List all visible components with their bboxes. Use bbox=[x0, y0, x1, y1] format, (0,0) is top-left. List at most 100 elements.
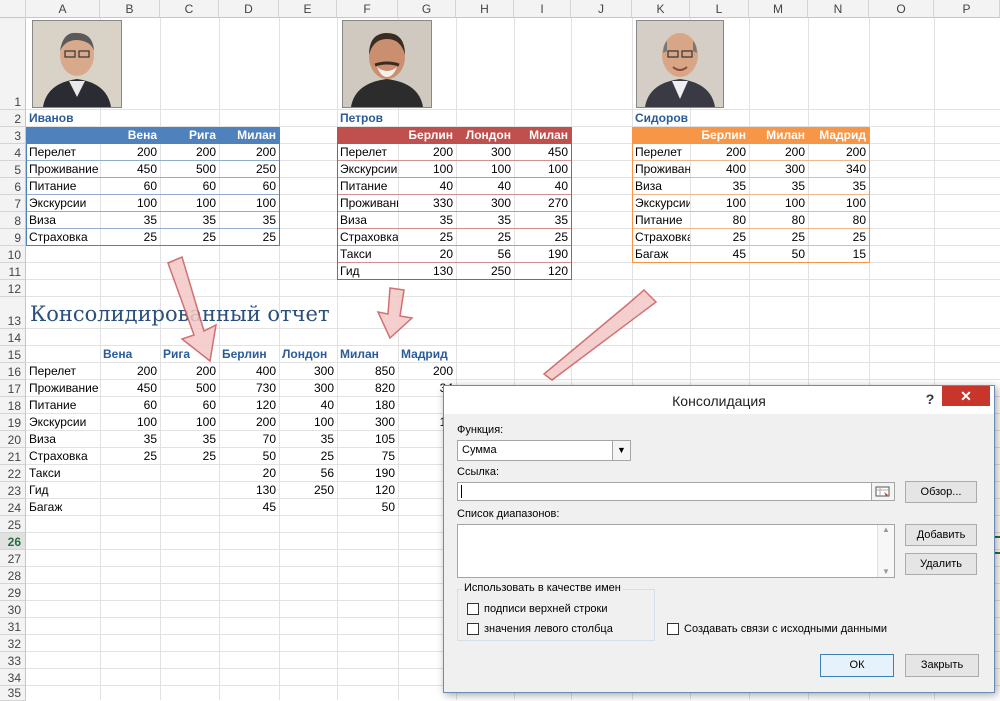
function-select[interactable]: Сумма ▼ bbox=[457, 440, 631, 461]
row-header-21[interactable]: 21 bbox=[0, 448, 26, 465]
row-header-27[interactable]: 27 bbox=[0, 550, 26, 567]
row-header-7[interactable]: 7 bbox=[0, 195, 26, 212]
row-header-33[interactable]: 33 bbox=[0, 652, 26, 669]
scroll-up-icon[interactable]: ▲ bbox=[878, 525, 894, 534]
column-header-o[interactable]: O bbox=[869, 0, 934, 18]
report-cell: 50 bbox=[381, 500, 395, 514]
reference-input[interactable] bbox=[457, 482, 895, 501]
ivanov-row-line bbox=[26, 160, 279, 161]
column-header-f[interactable]: F bbox=[337, 0, 398, 18]
report-cell: 120 bbox=[374, 483, 395, 497]
row-header-32[interactable]: 32 bbox=[0, 635, 26, 652]
column-header-e[interactable]: E bbox=[279, 0, 337, 18]
row-header-19[interactable]: 19 bbox=[0, 414, 26, 431]
report-cell: 25 bbox=[143, 449, 157, 463]
row-header-35[interactable]: 35 bbox=[0, 686, 26, 701]
select-all-corner[interactable] bbox=[0, 0, 26, 18]
row-header-26[interactable]: 26 bbox=[0, 533, 26, 550]
reference-label: Ссылка: bbox=[457, 466, 499, 478]
row-header-8[interactable]: 8 bbox=[0, 212, 26, 229]
column-header-g[interactable]: G bbox=[398, 0, 456, 18]
row-header-22[interactable]: 22 bbox=[0, 465, 26, 482]
row-header-31[interactable]: 31 bbox=[0, 618, 26, 635]
row-header-30[interactable]: 30 bbox=[0, 601, 26, 618]
ok-button[interactable]: ОК bbox=[820, 654, 894, 677]
row-header-20[interactable]: 20 bbox=[0, 431, 26, 448]
report-cell: 200 bbox=[432, 364, 453, 378]
row-header-14[interactable]: 14 bbox=[0, 329, 26, 346]
row-header-29[interactable]: 29 bbox=[0, 584, 26, 601]
row-header-15[interactable]: 15 bbox=[0, 346, 26, 363]
column-header-k[interactable]: K bbox=[632, 0, 690, 18]
row-header-13[interactable]: 13 bbox=[0, 297, 26, 329]
row-header-34[interactable]: 34 bbox=[0, 669, 26, 686]
row-header-10[interactable]: 10 bbox=[0, 246, 26, 263]
column-header-m[interactable]: M bbox=[749, 0, 808, 18]
column-header-j[interactable]: J bbox=[571, 0, 632, 18]
petrov-row-line bbox=[337, 262, 571, 263]
ranges-list[interactable]: ▲ ▼ bbox=[457, 524, 895, 578]
row-header-24[interactable]: 24 bbox=[0, 499, 26, 516]
browse-button[interactable]: Обзор... bbox=[905, 481, 977, 503]
petrov-row-line bbox=[337, 194, 571, 195]
petrov-table-border bbox=[337, 127, 572, 280]
row-header-3[interactable]: 3 bbox=[0, 127, 26, 144]
column-header-n[interactable]: N bbox=[808, 0, 869, 18]
column-header-c[interactable]: C bbox=[160, 0, 219, 18]
row-header-11[interactable]: 11 bbox=[0, 263, 26, 280]
range-picker-icon[interactable] bbox=[871, 483, 894, 500]
dialog-title: Консолидация bbox=[672, 393, 766, 409]
dialog-close-button[interactable]: Закрыть bbox=[905, 654, 979, 677]
report-cell: 100 bbox=[195, 415, 216, 429]
petrov-row-line bbox=[337, 245, 571, 246]
report-header-cell: Мадрид bbox=[401, 347, 448, 361]
column-header-h[interactable]: H bbox=[456, 0, 514, 18]
row-header-9[interactable]: 9 bbox=[0, 229, 26, 246]
help-icon[interactable]: ? bbox=[920, 388, 940, 410]
create-links-label[interactable]: Создавать связи с исходными данными bbox=[684, 623, 887, 635]
dialog-titlebar[interactable]: Консолидация ? ✕ bbox=[444, 386, 994, 414]
row-header-4[interactable]: 4 bbox=[0, 144, 26, 161]
report-header-cell: Вена bbox=[103, 347, 133, 361]
row-header-5[interactable]: 5 bbox=[0, 161, 26, 178]
row-header-12[interactable]: 12 bbox=[0, 280, 26, 297]
row-header-23[interactable]: 23 bbox=[0, 482, 26, 499]
column-header-p[interactable]: P bbox=[934, 0, 1000, 18]
top-row-checkbox[interactable] bbox=[467, 603, 479, 615]
ranges-scrollbar[interactable]: ▲ ▼ bbox=[877, 525, 894, 577]
report-cell: 70 bbox=[262, 432, 276, 446]
left-column-label[interactable]: значения левого столбца bbox=[484, 623, 613, 635]
report-cell: 120 bbox=[255, 398, 276, 412]
chevron-down-icon[interactable]: ▼ bbox=[612, 441, 630, 460]
petrov-row-line bbox=[337, 177, 571, 178]
close-button[interactable]: ✕ bbox=[942, 386, 990, 406]
row-header-18[interactable]: 18 bbox=[0, 397, 26, 414]
gridline-horizontal bbox=[26, 109, 1000, 110]
create-links-checkbox[interactable] bbox=[667, 623, 679, 635]
row-header-28[interactable]: 28 bbox=[0, 567, 26, 584]
add-button[interactable]: Добавить bbox=[905, 524, 977, 546]
delete-button[interactable]: Удалить bbox=[905, 553, 977, 575]
scroll-down-icon[interactable]: ▼ bbox=[878, 567, 894, 576]
report-cell: 60 bbox=[202, 398, 216, 412]
column-header-a[interactable]: A bbox=[26, 0, 100, 18]
row-header-1[interactable]: 1 bbox=[0, 18, 26, 110]
top-row-label[interactable]: подписи верхней строки bbox=[484, 603, 608, 615]
report-cell: 75 bbox=[381, 449, 395, 463]
ivanov-row-line bbox=[26, 245, 279, 246]
row-header-16[interactable]: 16 bbox=[0, 363, 26, 380]
column-header-d[interactable]: D bbox=[219, 0, 279, 18]
row-header-6[interactable]: 6 bbox=[0, 178, 26, 195]
ranges-label: Список диапазонов: bbox=[457, 508, 560, 520]
report-cell: Экскурсии bbox=[29, 415, 87, 429]
column-header-i[interactable]: I bbox=[514, 0, 571, 18]
row-header-25[interactable]: 25 bbox=[0, 516, 26, 533]
petrov-name: Петров bbox=[340, 111, 384, 125]
consolidation-dialog[interactable]: Консолидация ? ✕ Функция: Сумма ▼ Ссылка… bbox=[443, 385, 995, 693]
row-header-17[interactable]: 17 bbox=[0, 380, 26, 397]
column-header-b[interactable]: B bbox=[100, 0, 160, 18]
portrait-ivanov-icon bbox=[33, 21, 121, 107]
column-header-l[interactable]: L bbox=[690, 0, 749, 18]
row-header-2[interactable]: 2 bbox=[0, 110, 26, 127]
left-column-checkbox[interactable] bbox=[467, 623, 479, 635]
